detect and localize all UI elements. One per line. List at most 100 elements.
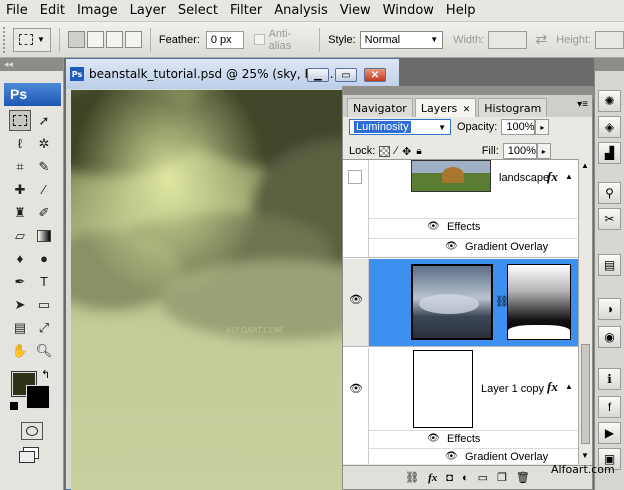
color-panel-icon[interactable]: ◑	[598, 298, 621, 320]
dock-header[interactable]	[595, 58, 624, 71]
magic-wand-tool-icon[interactable]: ✲	[33, 133, 55, 154]
eye-icon[interactable]: 👁︎	[427, 221, 440, 232]
lock-position-icon[interactable]: ✥	[402, 145, 411, 158]
eye-icon[interactable]: 👁︎	[445, 451, 458, 462]
clone-stamp-tool-icon[interactable]: ♜	[9, 202, 31, 223]
delete-layer-icon[interactable]: 🗑︎	[516, 471, 530, 484]
antialias-checkbox[interactable]	[254, 34, 265, 45]
quick-mask-button[interactable]	[21, 422, 43, 440]
visibility-toggle[interactable]: 👁︎	[343, 259, 369, 346]
swap-icon[interactable]: ⇄	[536, 31, 548, 48]
visibility-toggle[interactable]: 👁︎	[343, 348, 369, 464]
healing-brush-tool-icon[interactable]: ✚	[9, 179, 31, 200]
layer-row-sky[interactable]: 👁︎ ⛓︎	[343, 259, 578, 347]
toolbox-header[interactable]: ◂◂	[0, 58, 63, 71]
menu-edit[interactable]: Edit	[34, 3, 71, 18]
hand-tool-icon[interactable]: ✋	[9, 340, 31, 361]
style-select[interactable]: Normal ▼	[359, 30, 444, 49]
new-selection-icon[interactable]	[67, 31, 85, 48]
blur-tool-icon[interactable]: ♦	[9, 248, 31, 269]
lock-pixels-icon[interactable]: ∕	[395, 145, 397, 157]
feather-input[interactable]: 0 px	[205, 30, 245, 49]
effects-row[interactable]: 👁︎ Effects	[369, 218, 578, 236]
visibility-toggle[interactable]	[343, 160, 369, 257]
actions-panel-icon[interactable]: f	[598, 396, 621, 418]
effect-row[interactable]: 👁︎ Gradient Overlay	[369, 238, 578, 256]
tab-histogram[interactable]: Histogram	[478, 98, 548, 117]
add-mask-icon[interactable]: ◘	[446, 472, 453, 484]
expand-effects-icon[interactable]: ▲	[565, 382, 573, 391]
zoom-tool-icon[interactable]: 🔍︎	[33, 340, 55, 361]
background-color-swatch[interactable]	[26, 385, 50, 409]
fx-icon[interactable]: fx	[547, 379, 558, 395]
menu-help[interactable]: Help	[440, 3, 482, 18]
layer-mask-thumbnail[interactable]	[507, 264, 571, 340]
play-icon[interactable]: ▶	[598, 422, 621, 444]
intersect-selection-icon[interactable]	[124, 31, 142, 48]
minimize-button[interactable]: ▁	[307, 68, 329, 82]
effect-row[interactable]: 👁︎ Gradient Overlay	[369, 448, 578, 464]
new-layer-icon[interactable]: ❐	[497, 471, 507, 484]
tab-layers[interactable]: Layers ✕	[414, 98, 477, 117]
scroll-up-icon[interactable]: ▲	[581, 161, 589, 170]
expand-effects-icon[interactable]: ▲	[565, 172, 573, 181]
swatches-panel-icon[interactable]: ◉	[598, 326, 621, 348]
notes-panel-icon[interactable]: ▤	[598, 254, 621, 276]
rect-marquee-tool-icon[interactable]	[9, 110, 31, 131]
history-brush-tool-icon[interactable]: ✐	[33, 202, 55, 223]
tool-presets-panel-icon[interactable]: ✂	[598, 208, 621, 230]
eyedropper-tool-icon[interactable]: ⤢	[33, 317, 55, 338]
menu-image[interactable]: Image	[71, 3, 124, 18]
info-panel-icon[interactable]: ℹ	[598, 368, 621, 390]
type-tool-icon[interactable]: T	[33, 271, 55, 292]
effects-row[interactable]: 👁︎ Effects	[369, 430, 578, 448]
brushes-panel-icon[interactable]: ⚲	[598, 182, 621, 204]
add-selection-icon[interactable]	[86, 31, 104, 48]
navigator-panel-icon[interactable]: ✺	[598, 90, 621, 112]
lasso-tool-icon[interactable]: ℓ	[9, 133, 31, 154]
move-tool-icon[interactable]: ➚	[33, 110, 55, 131]
width-input[interactable]	[488, 30, 527, 49]
opacity-slider-icon[interactable]: ▸	[535, 119, 550, 135]
fill-input[interactable]: 100%	[502, 143, 537, 159]
opacity-input[interactable]: 100%	[501, 119, 536, 135]
lock-transparent-icon[interactable]	[379, 145, 391, 157]
panel-menu-icon[interactable]: ▾≡	[577, 99, 588, 110]
scroll-down-icon[interactable]: ▼	[581, 451, 589, 460]
slice-tool-icon[interactable]: ✎	[33, 156, 55, 177]
default-colors-icon[interactable]	[10, 402, 18, 410]
gradient-tool-icon[interactable]	[33, 225, 55, 246]
close-button[interactable]: ✕	[364, 68, 386, 82]
menu-filter[interactable]: Filter	[224, 3, 268, 18]
fill-slider-icon[interactable]: ▸	[536, 143, 551, 159]
blend-mode-select[interactable]: Luminosity ▼	[349, 119, 451, 135]
menu-view[interactable]: View	[334, 3, 377, 18]
close-tab-icon[interactable]: ✕	[463, 105, 471, 115]
eraser-tool-icon[interactable]: ▱	[9, 225, 31, 246]
menu-window[interactable]: Window	[377, 3, 440, 18]
adjustment-layer-icon[interactable]: ◐	[462, 472, 469, 484]
path-selection-tool-icon[interactable]: ➤	[9, 294, 31, 315]
add-style-icon[interactable]: fx	[428, 472, 437, 484]
pen-tool-icon[interactable]: ✒	[9, 271, 31, 292]
shape-tool-icon[interactable]: ▭	[33, 294, 55, 315]
histogram-panel-icon[interactable]: ▟	[598, 142, 621, 164]
layers-panel-icon[interactable]: ◈	[598, 116, 621, 138]
link-layers-icon[interactable]: ⛓︎	[405, 471, 419, 484]
swap-colors-icon[interactable]: ↰	[41, 368, 50, 381]
menu-file[interactable]: File	[0, 3, 34, 18]
eye-icon[interactable]: 👁︎	[427, 433, 440, 444]
eye-icon[interactable]: 👁︎	[445, 241, 458, 252]
new-group-icon[interactable]: ▭	[478, 471, 488, 484]
tab-navigator[interactable]: Navigator	[347, 98, 413, 117]
menu-select[interactable]: Select	[172, 3, 224, 18]
height-input[interactable]	[595, 30, 624, 49]
layer-row-layer1-copy[interactable]: 👁︎ Layer 1 copy fx ▲ 👁︎ Effects 👁︎ Gradi…	[343, 348, 578, 464]
fx-icon[interactable]: fx	[547, 169, 558, 185]
brush-tool-icon[interactable]: ∕	[33, 179, 55, 200]
screen-mode-button[interactable]	[19, 447, 45, 465]
scroll-thumb[interactable]	[581, 344, 590, 444]
lock-all-icon[interactable]: 🔒︎	[416, 146, 421, 157]
layer-row-landscape[interactable]: landscape fx ▲ 👁︎ Effects 👁︎ Gradient Ov…	[343, 160, 578, 258]
maximize-button[interactable]: ▭	[335, 68, 357, 82]
